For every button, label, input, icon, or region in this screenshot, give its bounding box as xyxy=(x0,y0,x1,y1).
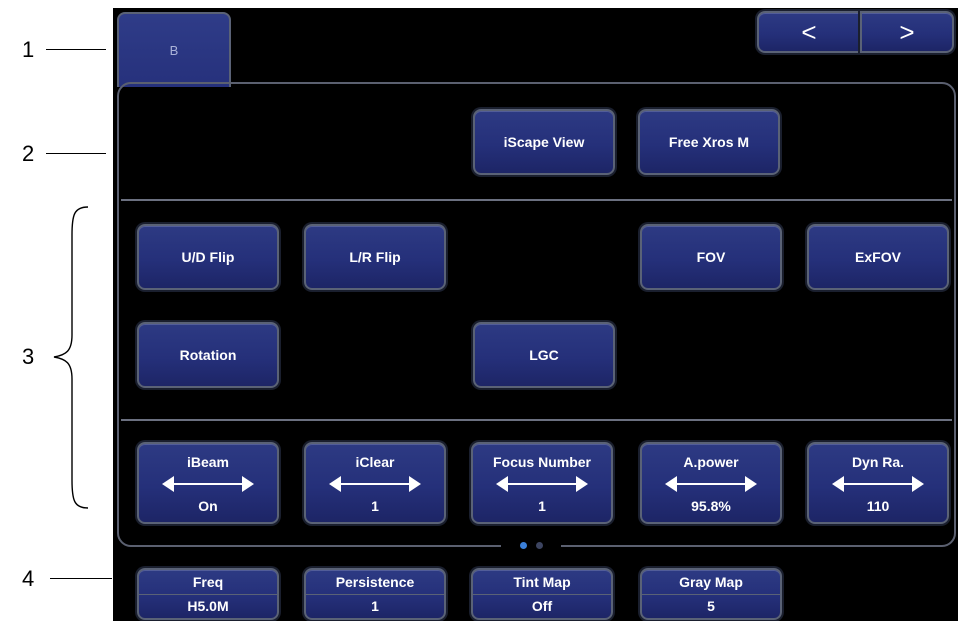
lr-flip-button[interactable]: L/R Flip xyxy=(304,224,446,290)
tab-b-label: B xyxy=(169,43,179,58)
persistence-param[interactable]: Persistence 1 xyxy=(304,568,446,620)
lgc-button[interactable]: LGC xyxy=(473,322,615,388)
iclear-label: iClear xyxy=(355,454,395,470)
callout-4: 4 xyxy=(22,566,35,591)
dyn-range-label: Dyn Ra. xyxy=(851,454,905,470)
exfov-button[interactable]: ExFOV xyxy=(807,224,949,290)
apower-control[interactable]: A.power 95.8% xyxy=(640,442,782,524)
focus-number-label: Focus Number xyxy=(492,454,591,470)
iclear-control[interactable]: iClear 1 xyxy=(304,442,446,524)
page-dot-inactive[interactable] xyxy=(536,542,543,549)
tint-map-label: Tint Map xyxy=(473,570,611,595)
page-indicator xyxy=(501,538,561,552)
ud-flip-button[interactable]: U/D Flip xyxy=(137,224,279,290)
gray-map-value: 5 xyxy=(707,598,715,615)
double-arrow-icon xyxy=(832,476,924,492)
prev-page-button[interactable]: < xyxy=(757,11,861,53)
ibeam-label: iBeam xyxy=(186,454,230,470)
ibeam-value: On xyxy=(198,498,218,514)
tint-map-param[interactable]: Tint Map Off xyxy=(471,568,613,620)
persistence-value: 1 xyxy=(371,598,379,615)
iscape-view-button[interactable]: iScape View xyxy=(473,109,615,175)
callout-1-line xyxy=(46,49,106,50)
callout-2-line xyxy=(46,153,106,154)
double-arrow-icon xyxy=(162,476,254,492)
iclear-value: 1 xyxy=(371,498,379,514)
ibeam-control[interactable]: iBeam On xyxy=(137,442,279,524)
callout-3-brace xyxy=(53,206,89,509)
free-xros-m-button[interactable]: Free Xros M xyxy=(638,109,780,175)
dyn-range-value: 110 xyxy=(866,498,890,514)
tab-b[interactable]: B xyxy=(117,12,231,87)
apower-value: 95.8% xyxy=(691,498,731,514)
freq-param[interactable]: Freq H5.0M xyxy=(137,568,279,620)
apower-label: A.power xyxy=(683,454,739,470)
page-dot-active[interactable] xyxy=(520,542,527,549)
gray-map-param[interactable]: Gray Map 5 xyxy=(640,568,782,620)
callout-4-line xyxy=(50,578,112,579)
focus-number-control[interactable]: Focus Number 1 xyxy=(471,442,613,524)
freq-label: Freq xyxy=(139,570,277,595)
next-page-button[interactable]: > xyxy=(860,11,954,53)
persistence-label: Persistence xyxy=(306,570,444,595)
chevron-right-icon: > xyxy=(899,16,915,47)
callout-3: 3 xyxy=(22,344,35,369)
fov-button[interactable]: FOV xyxy=(640,224,782,290)
freq-value: H5.0M xyxy=(187,598,229,615)
section-divider-top xyxy=(121,199,952,201)
double-arrow-icon xyxy=(329,476,421,492)
gray-map-label: Gray Map xyxy=(642,570,780,595)
dyn-range-control[interactable]: Dyn Ra. 110 xyxy=(807,442,949,524)
touch-screen: B < > iScape View Free Xros M U/D Flip L… xyxy=(113,8,958,621)
callout-1: 1 xyxy=(22,37,35,62)
tint-map-value: Off xyxy=(531,598,553,615)
callout-2: 2 xyxy=(22,141,35,166)
rotation-button[interactable]: Rotation xyxy=(137,322,279,388)
double-arrow-icon xyxy=(665,476,757,492)
section-divider-bottom xyxy=(121,419,952,421)
focus-number-value: 1 xyxy=(538,498,546,514)
chevron-left-icon: < xyxy=(801,16,817,47)
double-arrow-icon xyxy=(496,476,588,492)
